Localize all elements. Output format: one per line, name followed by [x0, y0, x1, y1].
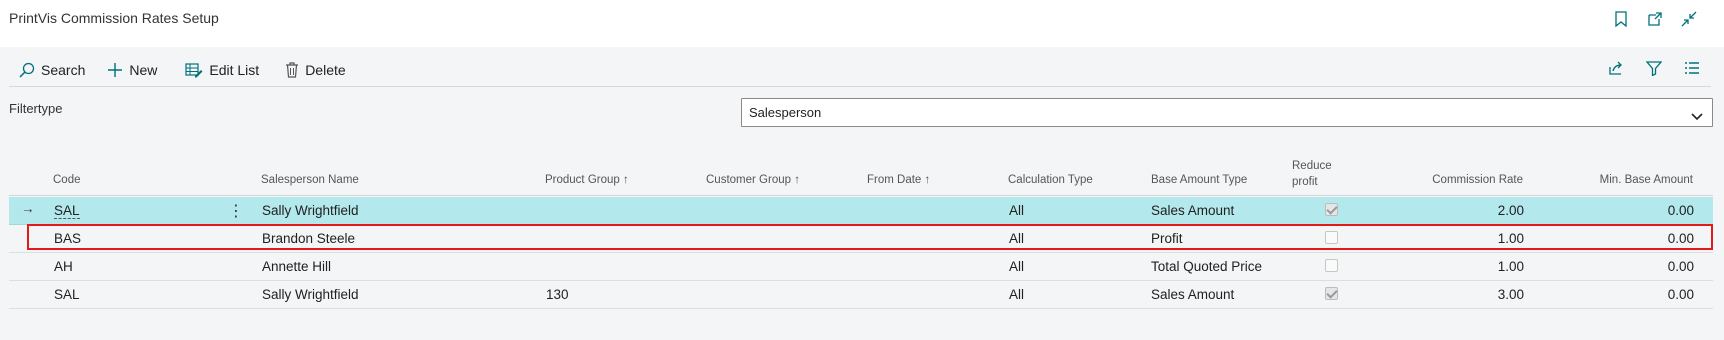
title-actions: [1611, 9, 1699, 29]
cell-code[interactable]: AH: [54, 259, 73, 274]
cell-salesperson-name[interactable]: Sally Wrightfield: [262, 203, 359, 218]
reduce-profit-checkbox[interactable]: [1325, 231, 1338, 244]
sort-ascending-icon: ↑: [794, 174, 800, 186]
col-header-reduce-profit[interactable]: Reduce profit: [1292, 158, 1332, 190]
cell-commission-rate[interactable]: 2.00: [1498, 203, 1524, 218]
filtertype-label: Filtertype: [9, 101, 63, 116]
bookmark-icon[interactable]: [1611, 9, 1631, 29]
col-header-min-base-amount[interactable]: Min. Base Amount: [1600, 174, 1693, 186]
cell-min-base-amount[interactable]: 0.00: [1668, 287, 1694, 302]
share-icon[interactable]: [1606, 58, 1626, 78]
cell-product-group[interactable]: 130: [546, 287, 569, 302]
cell-salesperson-name[interactable]: Sally Wrightfield: [262, 287, 359, 302]
cell-code[interactable]: BAS: [54, 231, 81, 246]
filtertype-select[interactable]: Salesperson: [741, 98, 1713, 127]
cell-calculation-type[interactable]: All: [1009, 287, 1024, 302]
delete-button[interactable]: Delete: [285, 62, 346, 78]
action-bar-divider: [9, 86, 1711, 87]
edit-list-label: Edit List: [209, 62, 260, 78]
col-header-code[interactable]: Code: [53, 174, 81, 186]
page-title: PrintVis Commission Rates Setup: [9, 10, 219, 26]
col-header-customer-group[interactable]: Customer Group ↑: [706, 174, 800, 186]
reduce-profit-checkbox[interactable]: [1325, 259, 1338, 272]
cell-commission-rate[interactable]: 1.00: [1498, 231, 1524, 246]
reduce-profit-checkbox[interactable]: [1325, 203, 1338, 216]
table-row[interactable]: BAS Brandon Steele All Profit 1.00 0.00: [9, 225, 1713, 253]
cell-calculation-type[interactable]: All: [1009, 203, 1024, 218]
cell-base-amount-type[interactable]: Profit: [1151, 231, 1183, 246]
cell-min-base-amount[interactable]: 0.00: [1668, 231, 1694, 246]
grid-header: Code Salesperson Name Product Group ↑ Cu…: [9, 153, 1713, 196]
cell-base-amount-type[interactable]: Sales Amount: [1151, 203, 1234, 218]
cell-salesperson-name[interactable]: Annette Hill: [262, 259, 331, 274]
list-actions: [1606, 58, 1702, 78]
edit-list-icon: [185, 62, 203, 78]
cell-calculation-type[interactable]: All: [1009, 231, 1024, 246]
row-menu-icon[interactable]: ⋮: [228, 201, 244, 221]
col-header-calculation-type[interactable]: Calculation Type: [1008, 174, 1093, 186]
col-header-product-group[interactable]: Product Group ↑: [545, 174, 629, 186]
table-row[interactable]: → SAL ⋮ Sally Wrightfield All Sales Amou…: [9, 197, 1713, 225]
cell-code[interactable]: SAL: [54, 287, 80, 302]
cell-calculation-type[interactable]: All: [1009, 259, 1024, 274]
cell-commission-rate[interactable]: 1.00: [1498, 259, 1524, 274]
table-row[interactable]: SAL Sally Wrightfield 130 All Sales Amou…: [9, 281, 1713, 309]
cell-code[interactable]: SAL: [54, 203, 80, 219]
delete-label: Delete: [305, 62, 346, 78]
collapse-icon[interactable]: [1679, 9, 1699, 29]
filter-icon[interactable]: [1644, 58, 1664, 78]
title-bar: PrintVis Commission Rates Setup: [0, 0, 1724, 47]
row-selected-arrow-icon: →: [21, 201, 35, 216]
customer-group-label: Customer Group: [706, 174, 792, 186]
search-label: Search: [41, 62, 86, 78]
cell-base-amount-type[interactable]: Total Quoted Price: [1151, 259, 1262, 274]
trash-icon: [285, 62, 299, 78]
col-header-salesperson-name[interactable]: Salesperson Name: [261, 174, 359, 186]
sort-ascending-icon: ↑: [623, 174, 629, 186]
col-header-base-amount-type[interactable]: Base Amount Type: [1151, 174, 1247, 186]
cell-min-base-amount[interactable]: 0.00: [1668, 203, 1694, 218]
cell-min-base-amount[interactable]: 0.00: [1668, 259, 1694, 274]
reduce-profit-line1: Reduce: [1292, 160, 1332, 172]
col-header-from-date[interactable]: From Date ↑: [867, 174, 930, 186]
col-header-commission-rate[interactable]: Commission Rate: [1432, 174, 1523, 186]
action-bar: Search New Edit List Delete: [9, 55, 1724, 85]
edit-list-button[interactable]: Edit List: [185, 62, 259, 78]
cell-commission-rate[interactable]: 3.00: [1498, 287, 1524, 302]
open-in-new-window-icon[interactable]: [1645, 9, 1665, 29]
search-button[interactable]: Search: [19, 62, 85, 78]
new-button[interactable]: New: [107, 62, 157, 78]
product-group-label: Product Group: [545, 174, 620, 186]
chevron-down-icon: [1690, 105, 1704, 132]
search-icon: [19, 62, 35, 78]
plus-icon: [107, 62, 123, 78]
reduce-profit-line2: profit: [1292, 176, 1318, 188]
sort-ascending-icon: ↑: [924, 174, 931, 186]
table-row[interactable]: AH Annette Hill All Total Quoted Price 1…: [9, 253, 1713, 281]
cell-base-amount-type[interactable]: Sales Amount: [1151, 287, 1234, 302]
list-view-icon[interactable]: [1682, 58, 1702, 78]
filtertype-value: Salesperson: [749, 105, 822, 120]
cell-salesperson-name[interactable]: Brandon Steele: [262, 231, 355, 246]
new-label: New: [129, 62, 158, 78]
reduce-profit-checkbox[interactable]: [1325, 287, 1338, 300]
from-date-label: From Date: [867, 174, 922, 186]
